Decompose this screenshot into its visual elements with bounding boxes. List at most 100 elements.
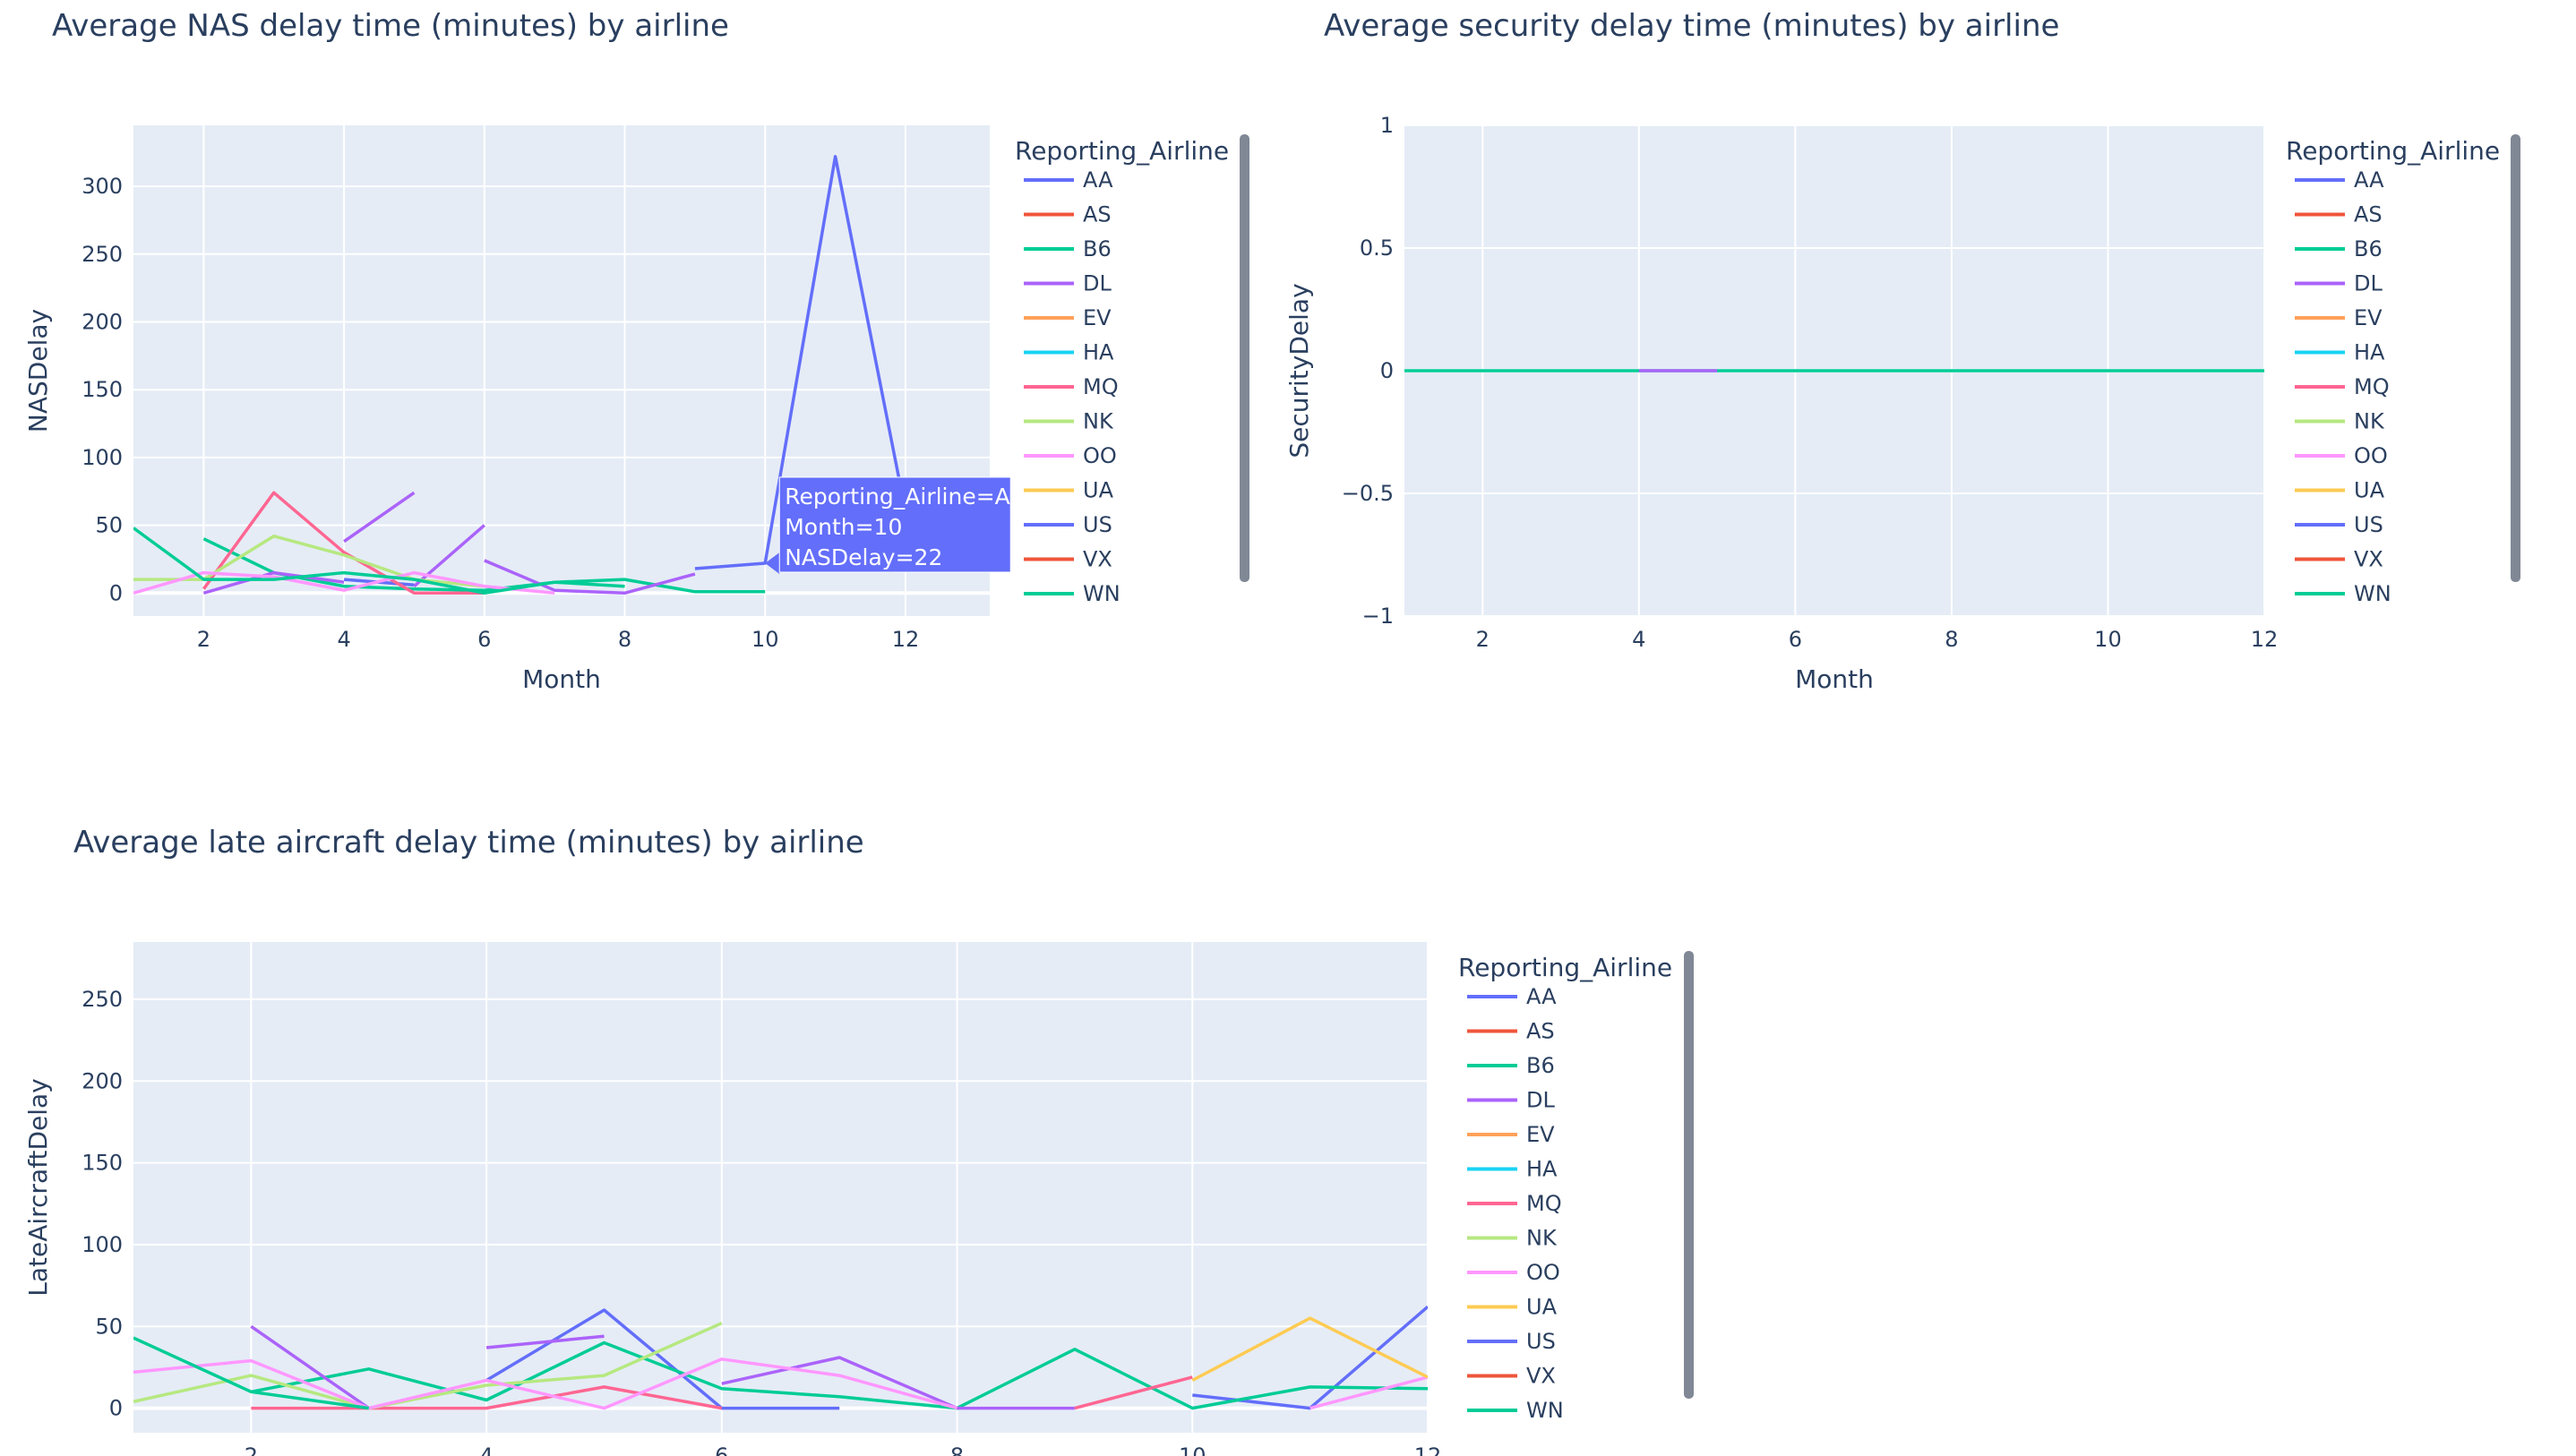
legend-label: US (1526, 1329, 1556, 1354)
legend-item-ha[interactable]: HA (1467, 1157, 1558, 1182)
legend-item-ua[interactable]: UA (1467, 1295, 1558, 1320)
y-tick-label: 150 (82, 377, 123, 402)
x-tick-label: 8 (618, 627, 631, 652)
y-axis-title: LateAircraftDelay (23, 1078, 53, 1297)
legend-title: Reporting_Airline (1015, 136, 1229, 166)
x-tick-label: 6 (477, 627, 491, 652)
legend-item-ha[interactable]: HA (2295, 340, 2385, 365)
legend-scrollbar[interactable] (2511, 134, 2520, 582)
legend-items[interactable]: AA AS B6 DL EV HA MQ NK OO UA US VX WN (2295, 167, 2391, 606)
legend-label: UA (1526, 1295, 1558, 1320)
legend-item-wn[interactable]: WN (1467, 1398, 1564, 1423)
legend-item-nk[interactable]: NK (2295, 409, 2385, 434)
chart-title: Average late aircraft delay time (minute… (73, 825, 864, 861)
legend[interactable]: Reporting_Airline AA AS B6 DL EV HA MQ NK OO UA US… (2286, 134, 2520, 606)
y-tick-label: 150 (82, 1151, 123, 1176)
legend-title: Reporting_Airline (2286, 136, 2500, 166)
legend-item-oo[interactable]: OO (2295, 443, 2388, 468)
legend[interactable]: Reporting_Airline AA AS B6 DL EV HA MQ NK OO UA US… (1015, 134, 1249, 606)
y-tick-label: 0 (109, 1396, 123, 1421)
legend-item-b6[interactable]: B6 (1467, 1053, 1555, 1078)
x-tick-label: 2 (1476, 627, 1490, 652)
legend-item-aa[interactable]: AA (1024, 167, 1113, 193)
legend-item-ua[interactable]: UA (2295, 478, 2385, 503)
y-tick-label: 50 (95, 513, 123, 538)
legend-label: MQ (2354, 374, 2390, 399)
legend-item-oo[interactable]: OO (1024, 443, 1117, 468)
legend-item-ev[interactable]: EV (1024, 305, 1112, 330)
legend-item-vx[interactable]: VX (1467, 1364, 1556, 1389)
security-delay-chart: Average security delay time (minutes) by… (1284, 8, 2520, 694)
legend-label: AS (1526, 1019, 1555, 1044)
y-axis-title: NASDelay (23, 309, 53, 433)
legend-label: WN (2354, 581, 2391, 606)
legend-label: AA (1083, 167, 1113, 193)
legend-item-us[interactable]: US (1467, 1329, 1556, 1354)
chart-title: Average NAS delay time (minutes) by airl… (52, 8, 729, 44)
x-tick-label: 8 (950, 1443, 964, 1456)
nas-delay-chart: Average NAS delay time (minutes) by airl… (23, 8, 1249, 694)
y-tick-label: 0.5 (1360, 236, 1394, 261)
legend-item-mq[interactable]: MQ (2295, 374, 2390, 399)
legend-item-ev[interactable]: EV (1467, 1122, 1555, 1147)
legend-items[interactable]: AA AS B6 DL EV HA MQ NK OO UA US VX WN (1467, 984, 1564, 1423)
legend-item-ev[interactable]: EV (2295, 305, 2383, 330)
legend-label: UA (1083, 478, 1114, 503)
legend-items[interactable]: AA AS B6 DL EV HA MQ NK OO UA US VX WN (1024, 167, 1121, 606)
legend-label: NK (1083, 409, 1114, 434)
x-axis-title: Month (1795, 664, 1874, 694)
legend[interactable]: Reporting_Airline AA AS B6 DL EV HA MQ NK OO UA US… (1458, 951, 1694, 1423)
x-tick-label: 8 (1945, 627, 1958, 652)
legend-item-wn[interactable]: WN (1024, 581, 1121, 606)
legend-label: AA (2354, 167, 2384, 193)
legend-item-vx[interactable]: VX (2295, 547, 2383, 572)
x-tick-label: 12 (1414, 1443, 1442, 1456)
legend-label: VX (1083, 547, 1112, 572)
legend-item-us[interactable]: US (2295, 512, 2383, 537)
x-tick-label: 10 (2094, 627, 2122, 652)
legend-label: WN (1083, 581, 1121, 606)
legend-item-dl[interactable]: DL (1467, 1088, 1555, 1113)
x-tick-label: 6 (715, 1443, 728, 1456)
legend-item-mq[interactable]: MQ (1467, 1191, 1562, 1216)
y-tick-label: 0 (1380, 358, 1394, 383)
legend-item-as[interactable]: AS (1467, 1019, 1555, 1044)
legend-item-as[interactable]: AS (1024, 202, 1112, 227)
legend-item-mq[interactable]: MQ (1024, 374, 1119, 399)
legend-item-as[interactable]: AS (2295, 202, 2383, 227)
legend-item-b6[interactable]: B6 (2295, 236, 2383, 261)
legend-label: OO (2354, 443, 2388, 468)
legend-item-aa[interactable]: AA (2295, 167, 2384, 193)
legend-label: AS (2354, 202, 2383, 227)
y-tick-label: 250 (82, 242, 123, 267)
legend-item-wn[interactable]: WN (2295, 581, 2391, 606)
legend-label: HA (2354, 340, 2385, 365)
legend-item-dl[interactable]: DL (1024, 271, 1112, 296)
legend-scrollbar[interactable] (1684, 951, 1694, 1399)
legend-item-dl[interactable]: DL (2295, 271, 2383, 296)
x-tick-label: 12 (2251, 627, 2279, 652)
legend-item-ha[interactable]: HA (1024, 340, 1114, 365)
tooltip-line: Month=10 (785, 514, 902, 540)
legend-item-aa[interactable]: AA (1467, 984, 1557, 1009)
legend-item-nk[interactable]: NK (1024, 409, 1114, 434)
legend-label: DL (1083, 271, 1112, 296)
legend-label: WN (1526, 1398, 1564, 1423)
legend-item-oo[interactable]: OO (1467, 1260, 1560, 1285)
legend-item-b6[interactable]: B6 (1024, 236, 1112, 261)
x-tick-label: 4 (337, 627, 350, 652)
legend-item-us[interactable]: US (1024, 512, 1112, 537)
y-axis-title: SecurityDelay (1284, 283, 1314, 458)
legend-scrollbar[interactable] (1240, 134, 1249, 582)
x-tick-label: 2 (245, 1443, 258, 1456)
legend-item-nk[interactable]: NK (1467, 1226, 1558, 1251)
legend-item-vx[interactable]: VX (1024, 547, 1112, 572)
legend-item-ua[interactable]: UA (1024, 478, 1114, 503)
y-tick-label: 100 (82, 1232, 123, 1257)
y-tick-label: 200 (82, 1068, 123, 1093)
dashboard-canvas: Average NAS delay time (minutes) by airl… (23, 8, 2520, 1456)
legend-label: B6 (1526, 1053, 1555, 1078)
y-tick-label: −1 (1362, 604, 1394, 629)
x-tick-label: 4 (479, 1443, 493, 1456)
x-tick-label: 10 (751, 627, 779, 652)
